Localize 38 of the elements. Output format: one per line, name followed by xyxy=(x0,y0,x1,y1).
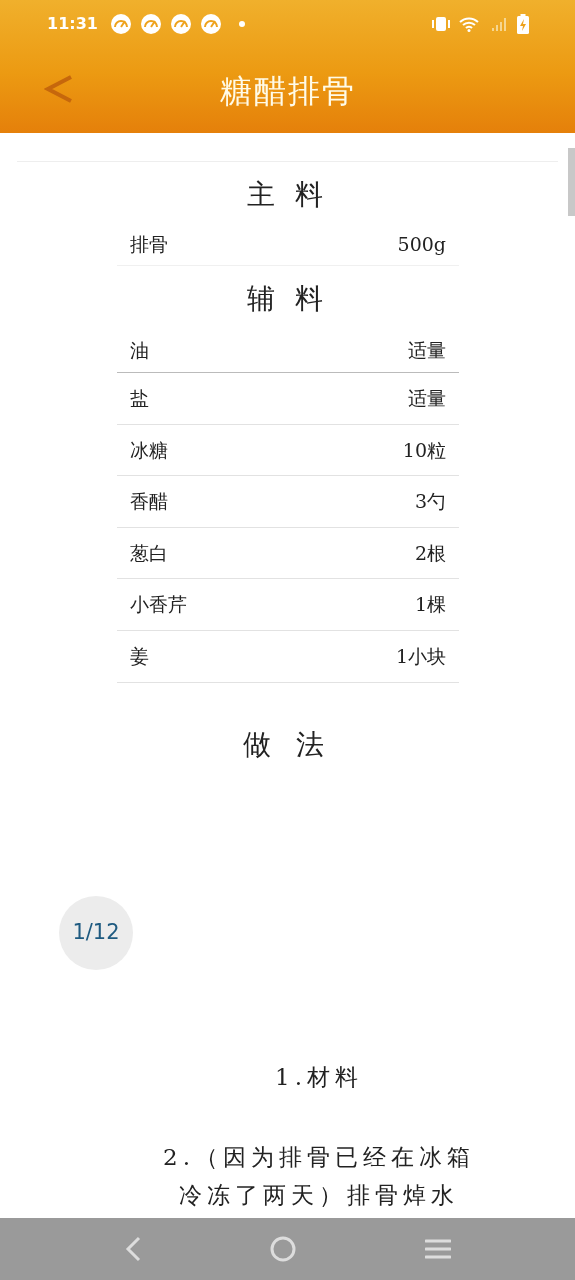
scrollbar xyxy=(568,148,575,216)
ingredient-name: 小香芹 xyxy=(130,592,187,618)
menu-icon[interactable] xyxy=(424,1238,451,1260)
ingredient-name: 冰糖 xyxy=(130,437,168,463)
ingredient-name: 香醋 xyxy=(130,489,168,515)
ingredient-amount: 2根 xyxy=(414,540,446,566)
page-title: 糖醋排骨 xyxy=(219,70,356,112)
ingredient-name: 姜 xyxy=(130,644,149,669)
ingredient-name: 排骨 xyxy=(130,232,168,258)
gauge-icon xyxy=(169,13,192,35)
ingredient-amount: 3勺 xyxy=(414,489,446,515)
section-heading: 辅 料 xyxy=(245,281,331,317)
ingredient-amount: 1小块 xyxy=(395,644,446,669)
wifi-icon xyxy=(459,16,479,32)
ingredient-amount: 适量 xyxy=(408,337,446,363)
ingredient-name: 盐 xyxy=(130,386,149,412)
ingredient-name: 油 xyxy=(130,337,149,363)
gauge-icon xyxy=(199,13,222,35)
ingredient-amount: 10粒 xyxy=(402,437,446,463)
ingredient-amount: 适量 xyxy=(408,386,446,412)
gauge-icon xyxy=(109,13,132,35)
clock-time: 11:31 xyxy=(47,13,98,35)
ingredient-amount: 500g xyxy=(397,232,446,258)
ingredient-name: 葱白 xyxy=(130,540,168,566)
signal-icon xyxy=(491,16,509,32)
back-icon[interactable] xyxy=(44,74,74,104)
home-icon[interactable] xyxy=(269,1236,296,1262)
page-indicator: 1/12 xyxy=(59,895,133,970)
vibrate-icon xyxy=(431,16,451,32)
back-icon[interactable] xyxy=(124,1236,141,1262)
battery-icon xyxy=(517,14,529,34)
section-heading: 主 料 xyxy=(245,177,331,213)
gauge-icon xyxy=(139,13,162,35)
ingredient-amount: 1棵 xyxy=(414,592,446,618)
step-text: 2.（因为排骨已经在冰箱冷冻了两天）排骨焯水 xyxy=(162,1142,476,1210)
section-heading: 做 法 xyxy=(242,726,333,763)
step-text: 1.材料 xyxy=(274,1062,364,1092)
dot-icon xyxy=(237,20,246,28)
